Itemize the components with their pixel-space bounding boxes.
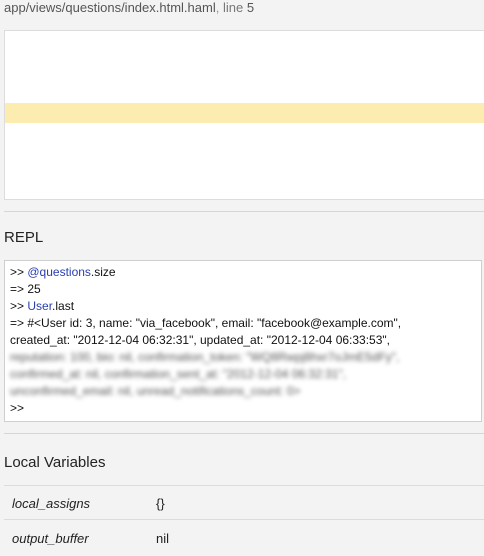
variable-value: nil (156, 531, 170, 546)
code-line: 8 (5, 158, 484, 178)
code-line: 9 = render 'index' (5, 176, 484, 196)
code-line: 2 - content_for :head do (5, 49, 484, 69)
local-variable-row: local_assigns {} (4, 487, 484, 521)
repl-input-line: >> @questions.size (10, 265, 116, 279)
code-line: 3 = auto_discovery_link_tag :atom, feed_… (5, 67, 484, 87)
file-path: app/views/questions/index.html.haml (4, 0, 216, 15)
repl-obscured-line: confirmed_at: nil, confirmation_sent_at:… (10, 367, 347, 381)
repl-obscured-line: unconfirmed_email: nil, unread_notificat… (10, 384, 301, 398)
repl-output-line: => 25 (10, 282, 41, 296)
repl-output-line: created_at: "2012-12-04 06:32:31", updat… (10, 333, 390, 347)
repl-obscured-line: reputation: 100, bio: nil, confirmation_… (10, 350, 400, 364)
local-variables-title: Local Variables (4, 454, 106, 471)
row-divider (4, 519, 484, 520)
code-line-highlighted: 5 - raise "hooray!" (5, 103, 484, 123)
variable-name: output_buffer (12, 531, 89, 546)
repl-title: REPL (4, 229, 44, 246)
row-divider (4, 485, 484, 486)
repl-console[interactable]: >> @questions.size => 25 >> User.last =>… (4, 260, 482, 422)
file-location-header: app/views/questions/index.html.haml, lin… (4, 0, 484, 20)
line-number: 5 (246, 0, 255, 15)
variable-value: {} (156, 496, 165, 511)
local-variable-row: output_buffer nil (4, 522, 484, 556)
repl-input-line: >> User.last (10, 299, 75, 313)
variable-name: local_assigns (12, 496, 91, 511)
header-separator: , (215, 0, 220, 15)
section-divider (4, 211, 484, 212)
repl-output-line: => #<User id: 3, name: "via_facebook", e… (10, 316, 402, 330)
code-line: 4 = render 'meta_og' (5, 85, 484, 105)
line-word: line (222, 0, 244, 15)
source-code-panel: 1 - if action_name == 'index' 2 - conten… (4, 30, 484, 200)
code-line: 1 - if action_name == 'index' (5, 31, 484, 51)
section-divider (4, 433, 484, 434)
code-line: 7 - content_for :sidebar, render_cell(:s… (5, 140, 484, 160)
repl-prompt[interactable]: >> (10, 400, 24, 417)
